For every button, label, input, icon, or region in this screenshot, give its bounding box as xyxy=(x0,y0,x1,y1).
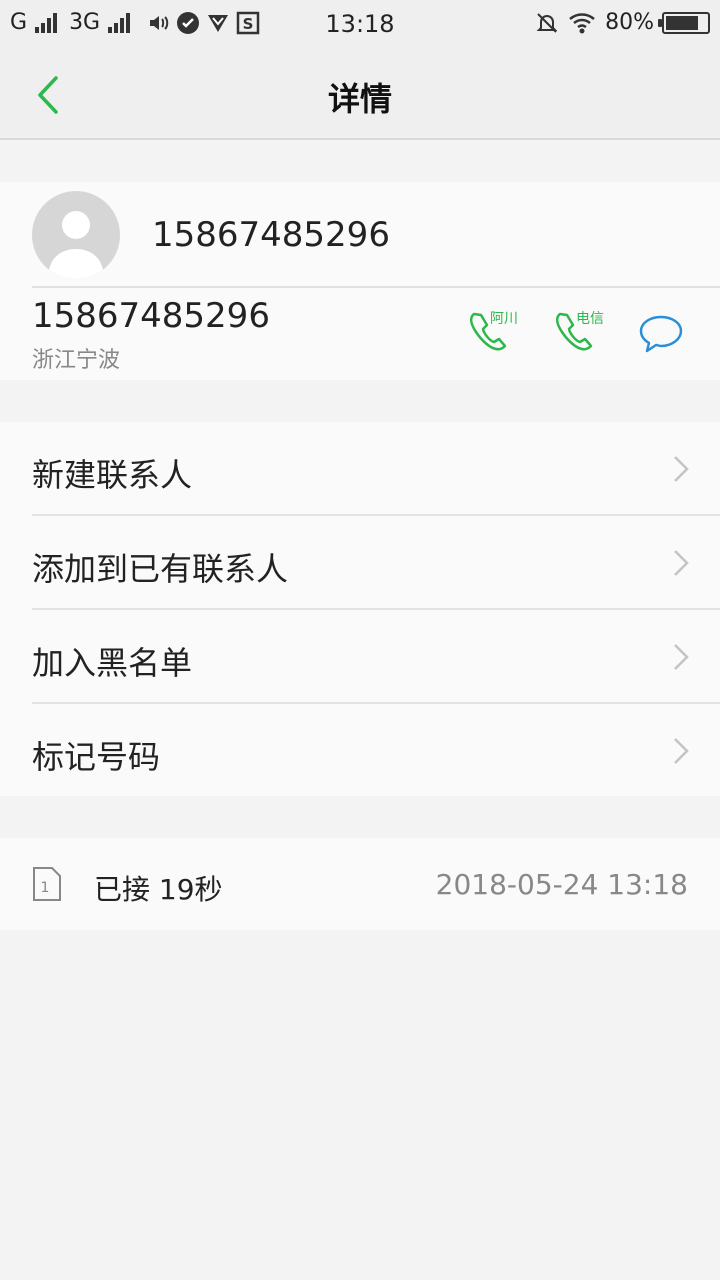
sim-card-icon: 1 xyxy=(33,867,61,901)
add-to-blacklist-item[interactable]: 加入黑名单 xyxy=(0,610,720,704)
status-right: 80% xyxy=(535,10,710,35)
wifi-icon xyxy=(569,12,595,33)
menu-label: 添加到已有联系人 xyxy=(32,550,289,588)
sim2-label: 电信 xyxy=(576,311,604,327)
sim-number: 1 xyxy=(41,880,50,896)
chevron-right-icon xyxy=(674,456,689,482)
menu-label: 加入黑名单 xyxy=(32,644,193,682)
sim1-label: 阿川 xyxy=(490,311,518,327)
action-menu: 新建联系人 添加到已有联系人 加入黑名单 标记号码 xyxy=(0,422,720,796)
divider xyxy=(32,286,720,288)
call-datetime: 2018-05-24 13:18 xyxy=(435,868,688,901)
battery-icon xyxy=(658,11,710,34)
call-sim1-button[interactable]: 阿川 xyxy=(466,308,522,358)
contact-name: 15867485296 xyxy=(152,215,390,255)
chevron-right-icon xyxy=(674,644,689,670)
contact-card: 15867485296 15867485296 浙江宁波 阿川 电信 xyxy=(0,182,720,380)
chevron-right-icon xyxy=(674,738,689,764)
contact-location: 浙江宁波 xyxy=(32,348,121,373)
chevron-right-icon xyxy=(674,550,689,576)
call-log-row[interactable]: 1 已接 19秒 2018-05-24 13:18 xyxy=(0,838,720,930)
alarm-off-icon xyxy=(536,12,558,33)
status-bar: G 3G S 13:18 80% xyxy=(0,0,720,50)
add-to-existing-contact-item[interactable]: 添加到已有联系人 xyxy=(0,516,720,610)
menu-label: 标记号码 xyxy=(32,738,161,776)
person-icon xyxy=(48,211,104,279)
message-button[interactable] xyxy=(638,314,694,364)
title-bar: 详情 xyxy=(0,50,720,140)
avatar xyxy=(32,191,120,279)
menu-label: 新建联系人 xyxy=(32,456,193,494)
call-description: 已接 19秒 xyxy=(94,873,223,906)
contact-number: 15867485296 xyxy=(32,296,270,336)
page-title: 详情 xyxy=(327,80,392,118)
new-contact-item[interactable]: 新建联系人 xyxy=(0,422,720,516)
call-sim2-button[interactable]: 电信 xyxy=(552,308,608,358)
message-icon xyxy=(639,315,683,353)
battery-percent: 80% xyxy=(605,10,654,35)
mark-number-item[interactable]: 标记号码 xyxy=(0,704,720,798)
